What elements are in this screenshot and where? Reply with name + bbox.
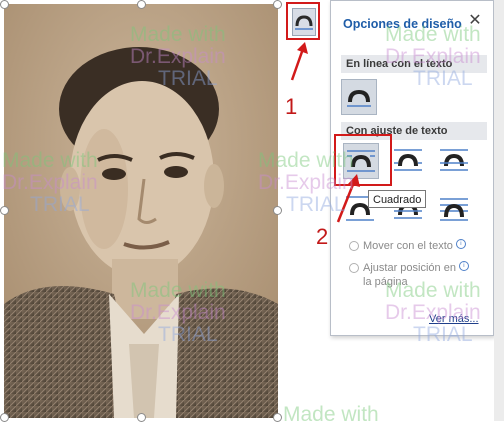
wrap-through-option[interactable]	[437, 143, 473, 179]
resize-handle-top[interactable]	[137, 0, 146, 9]
resize-handle-top-left[interactable]	[0, 0, 9, 9]
wrap-inline-option[interactable]	[341, 79, 377, 115]
see-more-link[interactable]: Ver más...	[429, 313, 479, 325]
layout-options-button[interactable]	[286, 2, 320, 40]
watermark: Made with	[283, 403, 379, 426]
fix-position-label-1: Ajustar posición en	[363, 262, 456, 274]
move-with-text-label: Mover con el texto	[363, 240, 453, 252]
move-with-text-radio[interactable]	[349, 241, 359, 252]
annotation-arrow-1	[290, 42, 308, 81]
annotation-arrow-2	[336, 174, 360, 223]
scrollbar-strip	[494, 0, 504, 421]
wrap-tight-option[interactable]	[391, 143, 427, 179]
close-icon[interactable]: ✕	[467, 13, 483, 29]
fix-position-row[interactable]: Ajustar posición en i la página	[349, 261, 469, 289]
portrait-image	[4, 4, 278, 418]
panel-title: Opciones de diseño	[343, 17, 462, 31]
portrait-photo[interactable]	[4, 4, 278, 418]
fix-position-label-2: la página	[363, 276, 408, 288]
section-inline: En línea con el texto	[341, 55, 487, 73]
info-icon[interactable]: i	[455, 239, 466, 249]
annotation-number-1: 1	[285, 94, 298, 119]
move-with-text-row[interactable]: Mover con el texto i	[349, 239, 466, 253]
resize-handle-top-right[interactable]	[273, 0, 282, 9]
annotation-number-2: 2	[316, 224, 329, 249]
resize-handle-right[interactable]	[273, 206, 282, 215]
tooltip: Cuadrado	[368, 190, 427, 208]
info-icon[interactable]: i	[458, 261, 469, 271]
layout-options-icon	[292, 8, 316, 36]
wrap-in-front-option[interactable]	[437, 191, 473, 227]
fix-position-radio[interactable]	[349, 263, 359, 274]
resize-handle-left[interactable]	[0, 206, 9, 215]
